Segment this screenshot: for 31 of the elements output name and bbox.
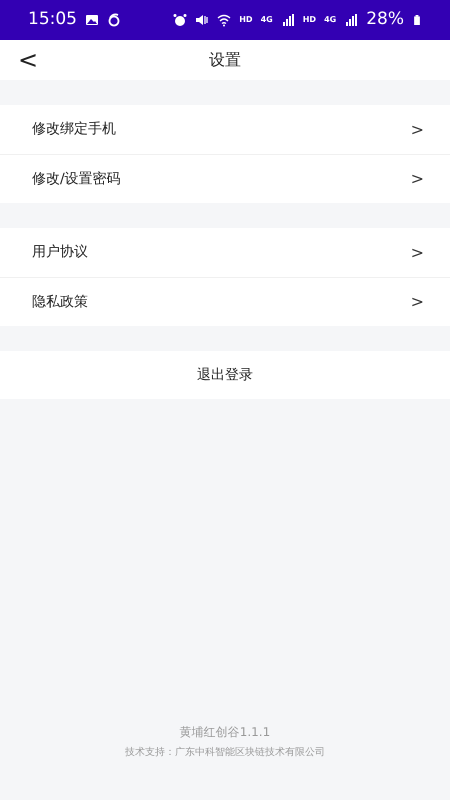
mute-icon (195, 13, 210, 27)
image-icon (85, 13, 99, 27)
back-button[interactable]: < (12, 48, 44, 72)
chevron-icon: > (410, 167, 424, 191)
item-label: 修改/设置密码 (32, 170, 121, 188)
chevron-icon: > (410, 118, 424, 142)
signal-icon (280, 13, 295, 27)
support-text: 技术支持：广东中科智能区块链技术有限公司 (125, 746, 325, 760)
settings-item[interactable]: 用户协议 > (0, 228, 450, 277)
network-label: 4G (324, 14, 336, 26)
item-label: 修改绑定手机 (32, 120, 116, 139)
network-label: HD (239, 14, 253, 26)
item-label: 隐私政策 (32, 292, 88, 312)
network-label: HD (302, 14, 316, 26)
page-title: 设置 (209, 49, 241, 71)
logout-button[interactable]: 退出登录 (0, 351, 450, 399)
chevron-icon: > (410, 290, 424, 314)
settings-item[interactable]: 修改/设置密码 > (0, 154, 450, 203)
item-label: 用户协议 (32, 243, 88, 262)
signal-icon (344, 13, 358, 27)
version-text: 黄埔红创谷1.1.1 (180, 724, 270, 741)
network-label: 4G (260, 14, 273, 26)
status-time: 15:05 (28, 8, 77, 32)
battery-icon (412, 13, 422, 27)
settings-item[interactable]: 修改绑定手机 > (0, 105, 450, 154)
chevron-icon: > (410, 240, 424, 264)
wifi-icon (217, 13, 232, 27)
alarm-icon (173, 13, 188, 27)
battery-percent: 28% (366, 8, 404, 32)
swirl-icon (107, 13, 121, 27)
settings-item[interactable]: 隐私政策 > (0, 277, 450, 326)
